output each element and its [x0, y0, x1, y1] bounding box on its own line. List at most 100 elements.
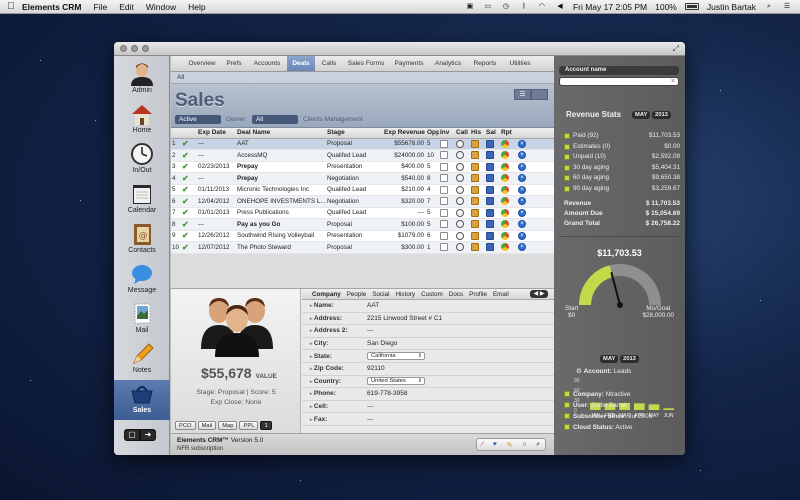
tab-accounts[interactable]: Accounts [247, 56, 287, 71]
report-pie-icon[interactable] [501, 208, 509, 217]
window-titlebar[interactable]: ⤢ [114, 42, 685, 56]
col-call-header[interactable]: Call [455, 128, 470, 139]
leads-gear-icon[interactable]: ⚙ [576, 368, 582, 375]
sidebar-item-home[interactable]: Home [114, 100, 170, 140]
sidebar-item-calendar[interactable]: Calendar [114, 180, 170, 220]
stat-checkbox[interactable] [564, 143, 570, 150]
tab-reports[interactable]: Reports [467, 56, 503, 71]
report-pie-icon[interactable] [501, 220, 509, 229]
history-icon[interactable] [471, 220, 479, 229]
bluetooth-icon[interactable]: ᛒ [519, 3, 529, 11]
close-window-button[interactable] [120, 45, 127, 52]
table-row[interactable]: 3 ✔ 02/23/2013 Prepay Presentation $400.00 5 × [171, 161, 554, 173]
spotlight-search-icon[interactable]: ⌕ [764, 3, 774, 11]
col-deal-name-header[interactable]: Deal Name [236, 128, 326, 139]
delete-icon[interactable]: × [518, 197, 526, 206]
zoom-window-button[interactable] [142, 45, 149, 52]
report-pie-icon[interactable] [501, 174, 509, 183]
tab-overview[interactable]: Overview [183, 56, 221, 71]
sales-basket-icon[interactable] [486, 151, 494, 160]
invoice-doc-icon[interactable] [440, 139, 448, 148]
field-select[interactable]: United States [367, 377, 425, 386]
info-tab-social[interactable]: Social [372, 291, 389, 298]
report-pie-icon[interactable] [501, 243, 509, 252]
delete-icon[interactable]: × [518, 185, 526, 194]
delete-icon[interactable]: × [518, 220, 526, 229]
delete-icon[interactable]: × [518, 151, 526, 160]
tab-deals[interactable]: Deals [287, 56, 315, 71]
history-icon[interactable] [471, 197, 479, 206]
status-app-icon[interactable]: ▣ [465, 3, 475, 11]
stat-row[interactable]: 90 day aging $3,259.67 [564, 185, 680, 195]
account-name-input[interactable]: × [559, 77, 679, 86]
sidebar-item-sales[interactable]: Sales [114, 380, 170, 420]
report-pie-icon[interactable] [501, 151, 509, 160]
grid-view-icon[interactable] [531, 89, 548, 100]
menu-help[interactable]: Help [188, 2, 205, 12]
col-exp-date-header[interactable]: Exp Date [197, 128, 236, 139]
field-value[interactable]: AAT [367, 302, 379, 309]
col-stage-header[interactable]: Stage [326, 128, 383, 139]
call-icon[interactable] [456, 220, 464, 229]
invoice-doc-icon[interactable] [440, 220, 448, 229]
circle-tool-icon[interactable]: ○ [522, 441, 526, 448]
chart-year-selector[interactable]: 2013 [620, 355, 639, 363]
stat-row[interactable]: 60 day aging $9,650.38 [564, 174, 680, 184]
table-row[interactable]: 8 ✔ --- Pay as you Go Proposal $100.00 5 × [171, 218, 554, 231]
col-exp-revenue-header[interactable]: Exp Revenue [383, 128, 426, 139]
magnifier-icon[interactable]: ⌕ [536, 441, 540, 449]
call-icon[interactable] [456, 185, 464, 194]
tab-payments[interactable]: Payments [389, 56, 429, 71]
wand-icon[interactable]: ⁄ [482, 441, 483, 448]
sidebar-collapse-button[interactable]: ▢ [124, 429, 140, 441]
history-icon[interactable] [471, 174, 479, 183]
sidebar-next-button[interactable]: ➜ [140, 429, 156, 441]
sidebar-item-message[interactable]: Message [114, 260, 170, 300]
month-selector[interactable]: MAY [632, 111, 651, 119]
sidebar-item-contacts[interactable]: @ Contacts [114, 220, 170, 260]
history-icon[interactable] [471, 208, 479, 217]
call-icon[interactable] [456, 243, 464, 252]
call-icon[interactable] [456, 208, 464, 217]
list-view-icon[interactable]: ☰ [514, 89, 531, 100]
info-tab-profile[interactable]: Profile [469, 291, 487, 298]
tab-analytics[interactable]: Analytics [429, 56, 467, 71]
tab-utilities[interactable]: Utilities [503, 56, 537, 71]
display-icon[interactable]: ▭ [483, 3, 493, 11]
stat-row[interactable]: Estimates (0) $0.00 [564, 143, 680, 153]
delete-icon[interactable]: × [518, 243, 526, 252]
stat-checkbox[interactable] [564, 133, 570, 139]
invoice-doc-icon[interactable] [440, 243, 448, 252]
info-tab-company[interactable]: Company [312, 291, 341, 298]
table-row[interactable]: 7 ✔ 01/01/2013 Press Publications Qualifed L… [171, 207, 554, 219]
report-pie-icon[interactable] [501, 162, 509, 171]
call-icon[interactable] [456, 139, 464, 148]
table-row[interactable]: 9 ✔ 12/26/2012 Southwind Rising Volleyball P… [171, 230, 554, 242]
sales-basket-icon[interactable] [486, 197, 494, 206]
history-icon[interactable] [471, 162, 479, 171]
fullscreen-icon[interactable]: ⤢ [673, 44, 679, 54]
call-icon[interactable] [456, 162, 464, 171]
leads-bar[interactable] [648, 404, 660, 410]
menu-file[interactable]: File [94, 2, 108, 12]
call-icon[interactable] [456, 197, 464, 206]
apple-menu-icon[interactable]:  [0, 1, 22, 12]
table-row[interactable]: 4 ✔ --- Prepay Negotiation $540.00 8 × [171, 172, 554, 185]
clear-field-icon[interactable]: × [671, 78, 675, 86]
field-value[interactable]: San Diego [367, 340, 397, 347]
table-row[interactable]: 1 ✔ --- AAT Proposal $55678.00 5 × [171, 138, 554, 150]
table-row[interactable]: 5 ✔ 01/11/2013 Micronic Technologies Inc Qua… [171, 184, 554, 196]
menu-window[interactable]: Window [146, 2, 176, 12]
menu-app-name[interactable]: Elements CRM [22, 2, 82, 12]
history-icon[interactable] [471, 185, 479, 194]
stat-row[interactable]: Unpaid (10) $2,592.09 [564, 153, 680, 163]
invoice-doc-icon[interactable] [440, 174, 448, 183]
pen-icon[interactable]: ✎ [507, 441, 513, 449]
call-icon[interactable] [456, 151, 464, 160]
chart-month-selector[interactable]: MAY [600, 355, 619, 363]
sidebar-item-mail[interactable]: Mail [114, 300, 170, 340]
subtab-all[interactable]: All [177, 74, 184, 81]
field-value[interactable]: --- [367, 403, 374, 410]
mail-button[interactable]: Mail [197, 421, 217, 430]
sales-basket-icon[interactable] [486, 185, 494, 194]
